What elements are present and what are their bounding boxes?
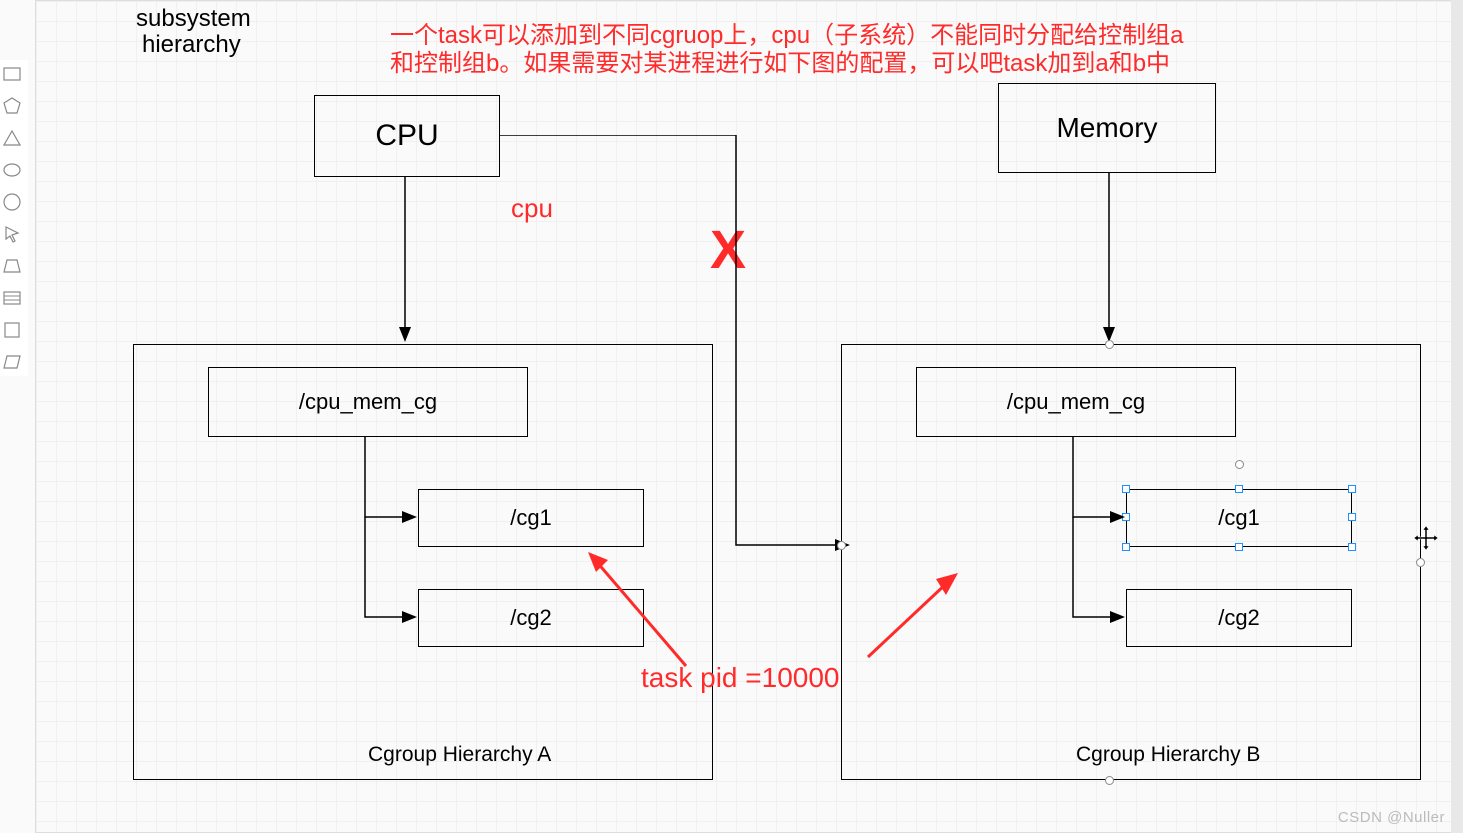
memory-box-label: Memory	[1056, 112, 1157, 144]
arrow-memory-to-b	[1099, 173, 1119, 347]
connection-point-left[interactable]	[837, 541, 846, 550]
connection-point-right[interactable]	[1416, 558, 1425, 567]
hiera-cpu-mem-cg[interactable]: /cpu_mem_cg	[208, 367, 528, 437]
square-tool-icon[interactable]	[2, 320, 22, 340]
parallelogram-tool-icon[interactable]	[2, 352, 22, 372]
subsystem-label: subsystem	[136, 5, 251, 33]
circle-tool-icon[interactable]	[2, 192, 22, 212]
task-pid-annotation: task pid =10000	[641, 662, 840, 694]
connection-point-bottom[interactable]	[1105, 776, 1114, 785]
hierb-cg1[interactable]: /cg1	[1126, 489, 1352, 547]
trapezoid-tool-icon[interactable]	[2, 256, 22, 276]
hierarchy-label: hierarchy	[142, 31, 241, 59]
selection-handle-w[interactable]	[1122, 513, 1130, 521]
pointer-tool-icon[interactable]	[2, 224, 22, 244]
rotate-handle[interactable]	[1235, 460, 1244, 469]
selection-handle-sw[interactable]	[1122, 543, 1130, 551]
move-cursor-icon	[1413, 525, 1439, 556]
hierarchy-a-box[interactable]: Cgroup Hierarchy A /cpu_mem_cg /cg1 /cg2	[133, 344, 713, 780]
cpu-box[interactable]: CPU	[314, 95, 500, 177]
hiera-cpu-mem-cg-label: /cpu_mem_cg	[299, 389, 437, 415]
memory-box[interactable]: Memory	[998, 83, 1216, 173]
hiera-cg2[interactable]: /cg2	[418, 589, 644, 647]
polygon-tool-icon[interactable]	[2, 96, 22, 116]
selection-handle-e[interactable]	[1348, 513, 1356, 521]
hierb-cpu-mem-cg[interactable]: /cpu_mem_cg	[916, 367, 1236, 437]
annotation-line2: 和控制组b。如果需要对某进程进行如下图的配置，可以吧task加到a和b中	[390, 43, 1170, 78]
selection-handle-s[interactable]	[1235, 543, 1243, 551]
selection-handle-ne[interactable]	[1348, 485, 1356, 493]
selection-handle-nw[interactable]	[1122, 485, 1130, 493]
hierb-cg1-label: /cg1	[1218, 505, 1260, 531]
selection-handle-se[interactable]	[1348, 543, 1356, 551]
hierb-cg2-label: /cg2	[1218, 605, 1260, 631]
hierarchy-a-label: Cgroup Hierarchy A	[368, 743, 551, 767]
arrow-cpu-to-a	[395, 177, 415, 347]
hierarchy-b-label: Cgroup Hierarchy B	[1076, 743, 1260, 767]
ellipse-tool-icon[interactable]	[2, 160, 22, 180]
hierarchy-b-box[interactable]: Cgroup Hierarchy B /cpu_mem_cg /cg1 /cg2	[841, 344, 1421, 780]
hierb-cg2[interactable]: /cg2	[1126, 589, 1352, 647]
vertical-scrollbar[interactable]	[1451, 0, 1463, 833]
watermark: CSDN @Nuller	[1338, 809, 1445, 826]
hiera-cg2-label: /cg2	[510, 605, 552, 631]
hiera-cg1[interactable]: /cg1	[418, 489, 644, 547]
list-tool-icon[interactable]	[2, 288, 22, 308]
hiera-cg1-label: /cg1	[510, 505, 552, 531]
selection-handle-n[interactable]	[1235, 485, 1243, 493]
shape-toolbar	[0, 60, 28, 376]
x-mark: X	[710, 219, 746, 281]
rectangle-tool-icon[interactable]	[2, 64, 22, 84]
diagram-canvas[interactable]: subsystem hierarchy 一个task可以添加到不同cgruop上…	[35, 0, 1458, 833]
cpu-box-label: CPU	[375, 119, 438, 153]
hierb-cpu-mem-cg-label: /cpu_mem_cg	[1007, 389, 1145, 415]
cpu-annotation: cpu	[511, 193, 553, 224]
connection-point-top[interactable]	[1105, 340, 1114, 349]
triangle-tool-icon[interactable]	[2, 128, 22, 148]
